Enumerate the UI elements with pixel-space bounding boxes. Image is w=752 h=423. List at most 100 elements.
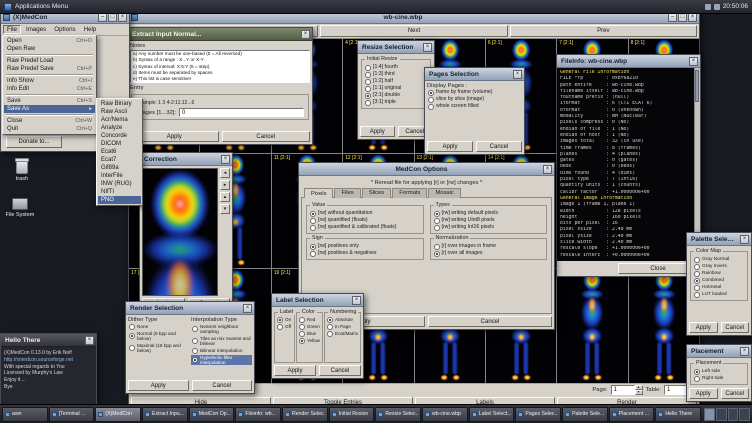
placement-titlebar[interactable]: Placement × [687,345,751,358]
interpolation-option[interactable]: Bilinear interpolation [191,348,252,354]
taskbar-item[interactable]: (X)MedCon [95,407,141,422]
pages-option[interactable]: whole screen filled [427,104,522,110]
close-button[interactable]: × [352,296,361,305]
normalization-option[interactable]: [r] over all images [433,251,545,257]
types-option[interactable]: [rw] writing Int16 pixels [433,225,545,231]
file-menu-item[interactable] [6,94,93,96]
cancel-button[interactable]: Cancel [319,365,361,376]
submenu-item[interactable]: Ecat7 [98,156,141,164]
apply-button[interactable]: Apply [274,365,316,376]
taskbar-item[interactable]: Hello There [655,407,701,422]
numbering-option[interactable]: Absolute [326,317,359,323]
submenu-item[interactable]: DICOM [98,140,141,148]
file-menu-item[interactable]: Raw Predef Load [4,57,95,65]
taskbar-item[interactable]: Initial Resize [329,407,375,422]
images-input[interactable]: 0 [179,108,304,117]
file-menu-item[interactable]: Save As ▸ [4,105,95,113]
correction-nav-button[interactable]: ▸ [220,180,230,190]
file-menu-item[interactable] [6,74,93,76]
options-tab[interactable]: Pixels [304,188,333,198]
cancel-button[interactable]: Cancel [222,131,311,142]
dither-option[interactable]: Maximal (16 bpp and below) [128,343,189,354]
menubar-item[interactable]: File [3,25,21,34]
menubar-item[interactable]: Help [81,26,100,33]
apply-button[interactable]: Apply [427,141,473,152]
submenu-item[interactable]: Raw Binary [98,100,141,108]
correction-nav-button[interactable]: ◂ [220,168,230,178]
label-option[interactable]: On [276,317,293,323]
label-option[interactable]: Off [276,324,293,330]
close-button[interactable]: × [423,43,432,52]
submenu-item[interactable]: Gif89a [98,164,141,172]
menubar-item[interactable]: Images [23,26,49,33]
placement-option[interactable]: Right side [693,376,745,382]
submenu-item[interactable]: Ecat6 [98,148,141,156]
extract-titlebar[interactable]: Extract Input Normal... × [128,28,312,41]
file-menu-item[interactable]: Open Ctrl+O [4,37,95,45]
scan-cell[interactable]: 23 [2:1] [557,269,627,383]
file-menu-item[interactable]: Info Edit Ctrl+E [4,85,95,93]
dither-option[interactable]: Normal (8 bpp and below) [128,331,189,342]
workspace-1[interactable] [704,408,715,421]
submenu-item[interactable]: InterFile [98,172,141,180]
file-menu-item[interactable]: Info Show Ctrl+I [4,77,95,85]
taskbar-item[interactable]: Pages Selec... [515,407,561,422]
taskbar-item[interactable]: Placement ... [609,407,655,422]
submenu-item[interactable]: Acr/Nema [98,116,141,124]
taskbar-item[interactable]: Label Select... [469,407,515,422]
palette-option[interactable]: LUT loaded [693,292,745,298]
taskbar-item[interactable]: [Terminal ... [49,407,95,422]
tray-icon[interactable] [705,4,711,10]
interpolation-option[interactable]: Nearest neighbour sampling [191,324,252,335]
palette-titlebar[interactable]: Palette Selection × [687,233,751,246]
taskbar-item[interactable]: Extract Inpu... [142,407,188,422]
placement-option[interactable]: Left side [693,369,745,375]
apply-button[interactable]: Apply [689,322,718,333]
options-tab[interactable]: Mosaic [428,188,460,198]
spin-down-icon[interactable]: ▼ [635,390,643,395]
trash-desktop-icon[interactable]: trash [2,160,42,182]
render-titlebar[interactable]: Render Selection × [126,302,254,315]
cancel-button[interactable]: Cancel [721,322,750,333]
options-tab[interactable]: Files [334,188,360,198]
taskbar-item[interactable]: Fileinfo: wb... [235,407,281,422]
correction-nav-button[interactable]: ▴ [220,192,230,202]
submenu-item[interactable]: PNG [98,196,141,204]
apply-button[interactable]: Apply [128,380,189,391]
close-button[interactable]: × [689,57,698,66]
close-button[interactable]: × [85,336,94,345]
resize-titlebar[interactable]: Resize Selection × [358,41,434,54]
workspace-4[interactable] [739,408,750,421]
palette-option[interactable]: Hotmetal [693,285,745,291]
apply-button[interactable]: Apply [130,131,219,142]
close-button[interactable]: × [740,347,749,356]
menubar-item[interactable]: Options [51,26,78,33]
close-button[interactable]: × [513,70,522,79]
numbering-option[interactable]: In Page [326,324,359,330]
pages-titlebar[interactable]: Pages Selection × [425,68,524,81]
applications-menu[interactable]: Applications Menu [15,3,68,10]
color-option[interactable]: Green [298,324,321,330]
interpolation-option[interactable]: Tiles as mix nearest and bilinear [191,336,252,347]
close-button[interactable]: × [543,165,552,174]
workspace-3[interactable] [728,408,739,421]
tray-icon[interactable] [714,4,720,10]
file-menu-item[interactable] [6,54,93,56]
options-tab[interactable]: Slices [362,188,391,198]
cancel-button[interactable]: Cancel [721,388,750,399]
taskbar-item[interactable]: Render Selec... [282,407,328,422]
palette-option[interactable]: Gray Normal [693,257,745,263]
donate-button[interactable]: Donate to... [6,136,62,148]
cancel-button[interactable]: Cancel [476,141,522,152]
next-button[interactable]: Next [320,25,507,37]
page-spinner-arrows[interactable]: ▲▼ [635,385,643,395]
taskbar-item[interactable]: MedCon Op... [189,407,235,422]
filesystem-desktop-icon[interactable]: File System [0,198,40,218]
correction-nav-button[interactable]: ▾ [220,204,230,214]
file-menu-item[interactable]: Quit Ctrl+Q [4,125,95,133]
palette-option[interactable]: Rainbow [693,271,745,277]
submenu-item[interactable]: NIfTI [98,188,141,196]
taskbar-item[interactable]: awn [2,407,48,422]
prev-button[interactable]: Prev [510,25,697,37]
options-tab[interactable]: Formats [392,188,427,198]
